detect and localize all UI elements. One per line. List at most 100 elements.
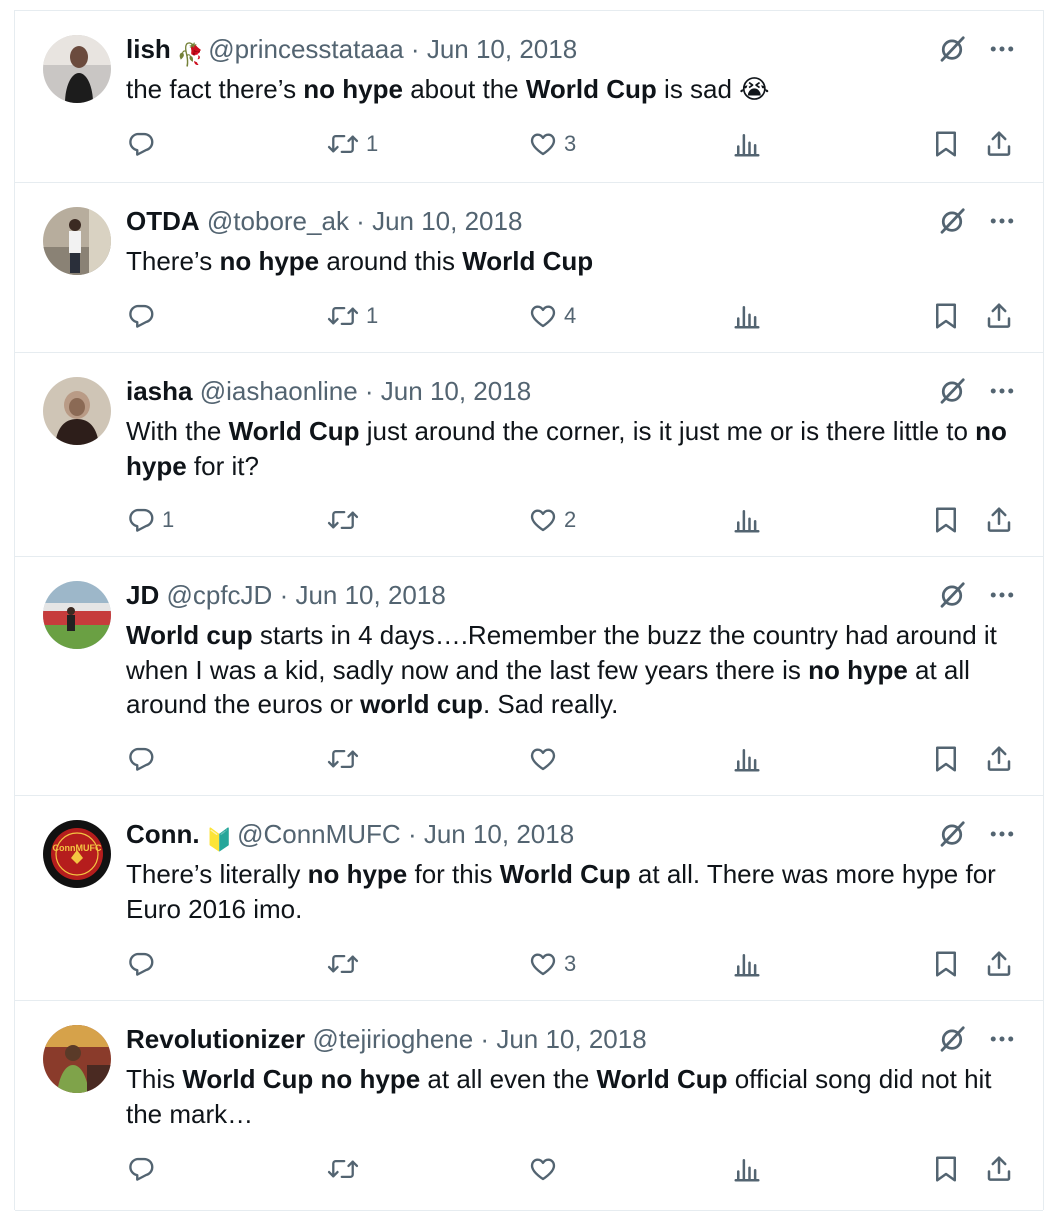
tweet[interactable]: iasha @iashaonline · Jun 10, 2018 With th…: [15, 353, 1043, 557]
avatar[interactable]: [43, 35, 111, 103]
share-button[interactable]: [984, 503, 1014, 537]
reply-icon: [126, 301, 156, 331]
views-button[interactable]: [732, 742, 762, 776]
user-handle[interactable]: @ConnMUFC: [237, 819, 401, 849]
views-button[interactable]: [732, 1152, 762, 1186]
user-handle[interactable]: @tobore_ak: [207, 206, 349, 236]
user-handle[interactable]: @tejirioghene: [312, 1024, 473, 1054]
more-icon[interactable]: [987, 1024, 1017, 1054]
tweet-actions: 12: [126, 503, 1026, 537]
share-icon: [984, 744, 1014, 774]
like-button[interactable]: 3: [528, 947, 576, 981]
avatar[interactable]: [43, 1025, 111, 1093]
views-button[interactable]: [732, 503, 762, 537]
tweet-actions: [126, 1152, 1026, 1186]
bookmark-button[interactable]: [932, 127, 960, 161]
more-icon[interactable]: [987, 206, 1017, 236]
reply-button[interactable]: [126, 742, 162, 776]
bookmark-button[interactable]: [932, 503, 960, 537]
avatar[interactable]: ConnMUFC: [43, 820, 111, 888]
grok-icon[interactable]: [937, 376, 967, 406]
grok-icon[interactable]: [937, 819, 967, 849]
tweet-header: JD @cpfcJD · Jun 10, 2018: [126, 579, 446, 611]
grok-icon[interactable]: [937, 580, 967, 610]
text-segment: [313, 1064, 320, 1094]
heart-icon: [528, 129, 558, 159]
like-button[interactable]: 4: [528, 299, 576, 333]
share-button[interactable]: [984, 1152, 1014, 1186]
bookmark-button[interactable]: [932, 1152, 960, 1186]
text-segment: There’s: [126, 246, 220, 276]
tweet-text: the fact there’s no hype about the World…: [126, 72, 1016, 107]
avatar[interactable]: [43, 581, 111, 649]
views-button[interactable]: [732, 299, 762, 333]
highlighted-keyword: no hype: [320, 1064, 421, 1094]
separator-dot: ·: [473, 1024, 497, 1054]
analytics-icon: [732, 744, 762, 774]
display-name[interactable]: JD: [126, 580, 159, 610]
highlighted-keyword: no hype: [307, 859, 408, 889]
reply-button[interactable]: [126, 1152, 162, 1186]
share-button[interactable]: [984, 299, 1014, 333]
separator-dot: ·: [272, 580, 296, 610]
tweet-header: Revolutionizer @tejirioghene · Jun 10, 2…: [126, 1023, 647, 1055]
more-icon[interactable]: [987, 819, 1017, 849]
user-handle[interactable]: @princesstataaa: [208, 34, 404, 64]
tweet-date[interactable]: Jun 10, 2018: [372, 206, 522, 236]
tweet-date[interactable]: Jun 10, 2018: [496, 1024, 646, 1054]
avatar[interactable]: [43, 207, 111, 275]
bookmark-button[interactable]: [932, 299, 960, 333]
like-button[interactable]: [528, 742, 564, 776]
retweet-button[interactable]: 1: [326, 299, 378, 333]
tweet[interactable]: OTDA @tobore_ak · Jun 10, 2018 There’s no…: [15, 183, 1043, 353]
tweet[interactable]: ConnMUFC Conn. 🔰 @ConnMUFC · Jun 10, 2018 Th…: [15, 796, 1043, 1001]
tweet-text: This World Cup no hype at all even the W…: [126, 1062, 1016, 1131]
user-handle[interactable]: @iashaonline: [200, 376, 358, 406]
separator-dot: ·: [348, 206, 373, 236]
heart-icon: [528, 301, 558, 331]
user-handle[interactable]: @cpfcJD: [166, 580, 272, 610]
tweet[interactable]: lish 🥀 @princesstataaa · Jun 10, 2018 the f…: [15, 11, 1043, 183]
views-button[interactable]: [732, 947, 762, 981]
reply-button[interactable]: [126, 299, 162, 333]
retweet-button[interactable]: [326, 1152, 366, 1186]
tweet[interactable]: JD @cpfcJD · Jun 10, 2018 World cup start…: [15, 557, 1043, 796]
like-button[interactable]: 3: [528, 127, 576, 161]
grok-icon[interactable]: [937, 34, 967, 64]
tweet[interactable]: Revolutionizer @tejirioghene · Jun 10, 2…: [15, 1001, 1043, 1211]
highlighted-keyword: no hype: [219, 246, 320, 276]
views-button[interactable]: [732, 127, 762, 161]
tweet-date[interactable]: Jun 10, 2018: [381, 376, 531, 406]
retweet-button[interactable]: 1: [326, 127, 378, 161]
display-name[interactable]: OTDA: [126, 206, 200, 236]
retweet-button[interactable]: [326, 742, 366, 776]
grok-icon[interactable]: [937, 206, 967, 236]
more-icon[interactable]: [987, 580, 1017, 610]
display-name[interactable]: iasha: [126, 376, 193, 406]
like-button[interactable]: [528, 1152, 564, 1186]
highlighted-keyword: world cup: [360, 689, 483, 719]
more-icon[interactable]: [987, 34, 1017, 64]
display-name[interactable]: lish: [126, 34, 171, 64]
share-button[interactable]: [984, 742, 1014, 776]
share-button[interactable]: [984, 127, 1014, 161]
tweet-date[interactable]: Jun 10, 2018: [295, 580, 445, 610]
tweet-date[interactable]: Jun 10, 2018: [427, 34, 577, 64]
text-segment: . Sad really.: [482, 689, 619, 719]
retweet-button[interactable]: [326, 503, 366, 537]
bookmark-button[interactable]: [932, 742, 960, 776]
reply-button[interactable]: [126, 947, 162, 981]
grok-icon[interactable]: [937, 1024, 967, 1054]
reply-button[interactable]: [126, 127, 162, 161]
display-name[interactable]: Conn.: [126, 819, 200, 849]
retweet-icon: [326, 301, 360, 331]
avatar[interactable]: [43, 377, 111, 445]
like-button[interactable]: 2: [528, 503, 576, 537]
tweet-date[interactable]: Jun 10, 2018: [424, 819, 574, 849]
reply-button[interactable]: 1: [126, 503, 174, 537]
display-name[interactable]: Revolutionizer: [126, 1024, 305, 1054]
more-icon[interactable]: [987, 376, 1017, 406]
bookmark-button[interactable]: [932, 947, 960, 981]
retweet-button[interactable]: [326, 947, 366, 981]
share-button[interactable]: [984, 947, 1014, 981]
